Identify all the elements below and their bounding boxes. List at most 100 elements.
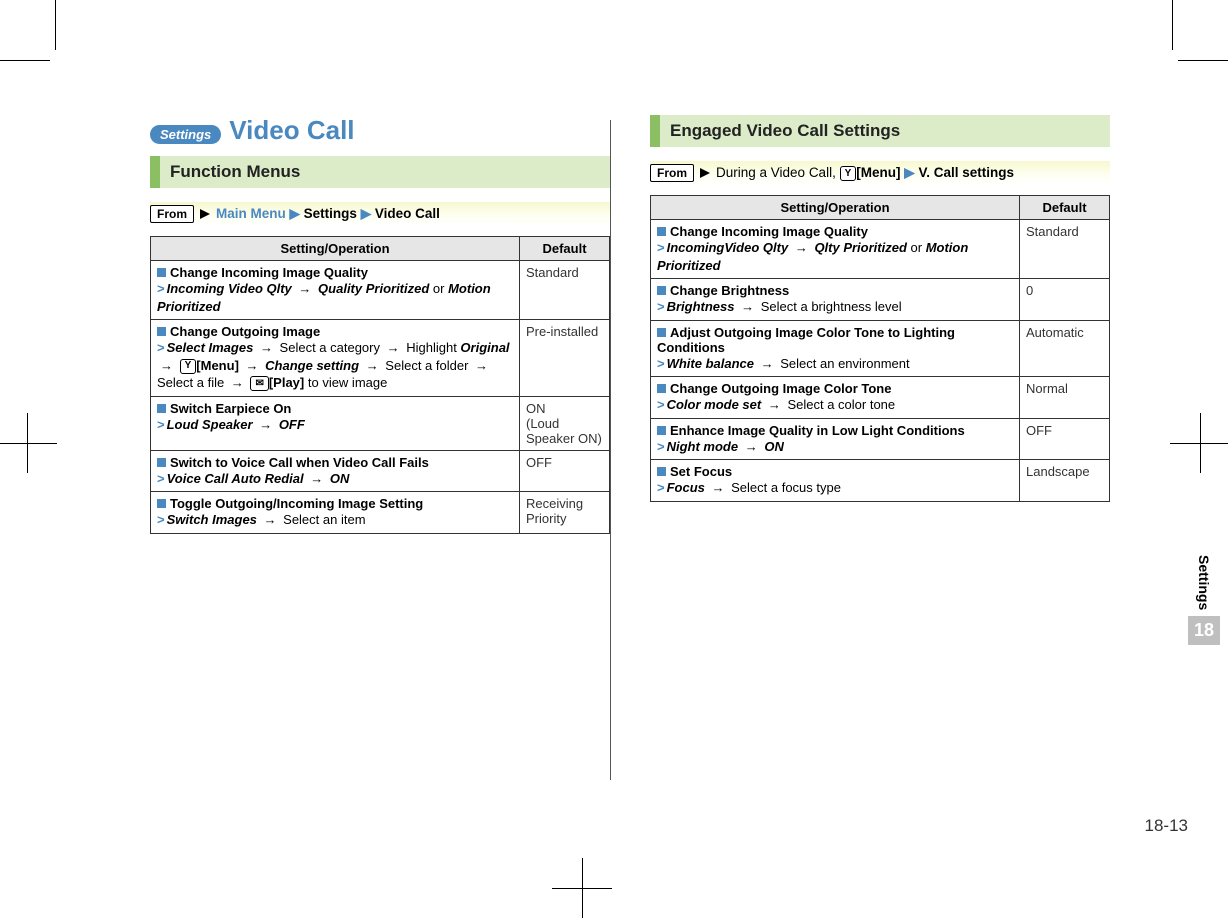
setting-cell: Change Outgoing Image>Select Images → Se… <box>151 320 520 397</box>
chevron-right-icon: ▶ <box>361 206 371 221</box>
default-cell: ON (Loud Speaker ON) <box>520 396 610 450</box>
breadcrumb-settings: Settings <box>304 206 357 221</box>
table-row: Set Focus>Focus → Select a focus typeLan… <box>651 460 1110 502</box>
settings-table-right: Setting/Operation Default Change Incomin… <box>650 195 1110 502</box>
bullet-icon <box>657 426 666 435</box>
from-label: From <box>150 205 194 223</box>
section-header-function-menus: Function Menus <box>150 156 610 188</box>
table-row: Switch to Voice Call when Video Call Fai… <box>151 450 610 492</box>
page-content: Settings Video Call Function Menus From … <box>150 115 1110 534</box>
setting-title: Toggle Outgoing/Incoming Image Setting <box>157 496 513 511</box>
setting-operation: >Select Images → Select a category → Hig… <box>157 339 513 392</box>
setting-cell: Switch Earpiece On>Loud Speaker → OFF <box>151 396 520 450</box>
registration-mark-left <box>27 415 87 475</box>
setting-cell: Change Outgoing Image Color Tone>Color m… <box>651 377 1020 419</box>
table-row: Change Incoming Image Quality>Incoming V… <box>151 261 610 320</box>
th-setting-operation: Setting/Operation <box>651 196 1020 220</box>
setting-title: Set Focus <box>657 464 1013 479</box>
section-title: Function Menus <box>160 156 310 188</box>
section-header-engaged: Engaged Video Call Settings <box>650 115 1110 147</box>
bullet-icon <box>157 327 166 336</box>
settings-table-left: Setting/Operation Default Change Incomin… <box>150 236 610 534</box>
default-cell: OFF <box>520 450 610 492</box>
crop-mark <box>1172 0 1173 50</box>
page-number: 18-13 <box>1145 816 1188 836</box>
default-cell: 0 <box>1020 279 1110 321</box>
table-row: Change Incoming Image Quality>IncomingVi… <box>651 220 1110 279</box>
setting-operation: >IncomingVideo Qlty → Qlty Prioritized o… <box>657 239 1013 274</box>
th-setting-operation: Setting/Operation <box>151 237 520 261</box>
th-default: Default <box>1020 196 1110 220</box>
crop-mark <box>55 0 56 50</box>
from-label: From <box>650 164 694 182</box>
setting-operation: >Switch Images → Select an item <box>157 511 513 529</box>
default-cell: Standard <box>1020 220 1110 279</box>
table-row: Enhance Image Quality in Low Light Condi… <box>651 418 1110 460</box>
side-tab-number: 18 <box>1188 616 1220 645</box>
bullet-icon <box>157 499 166 508</box>
from-arrow-icon <box>198 207 212 221</box>
table-row: Change Outgoing Image Color Tone>Color m… <box>651 377 1110 419</box>
setting-operation: >Color mode set → Select a color tone <box>657 396 1013 414</box>
from-row-right: From During a Video Call, Y[Menu] ▶ V. C… <box>650 161 1110 185</box>
section-accent-bar <box>650 115 660 147</box>
crop-mark <box>1178 60 1228 61</box>
table-row: Adjust Outgoing Image Color Tone to Ligh… <box>651 320 1110 377</box>
right-column: Engaged Video Call Settings From During … <box>650 115 1110 534</box>
bullet-icon <box>657 286 666 295</box>
table-row: Toggle Outgoing/Incoming Image Setting>S… <box>151 492 610 534</box>
breadcrumb-main-menu: Main Menu <box>216 206 286 221</box>
setting-title: Enhance Image Quality in Low Light Condi… <box>657 423 1013 438</box>
from-row-left: From Main Menu ▶ Settings ▶ Video Call <box>150 202 610 226</box>
page-title: Video Call <box>229 115 354 146</box>
setting-title: Switch Earpiece On <box>157 401 513 416</box>
setting-operation: >White balance → Select an environment <box>657 355 1013 373</box>
setting-cell: Switch to Voice Call when Video Call Fai… <box>151 450 520 492</box>
breadcrumb-v-call-settings: V. Call settings <box>918 165 1014 180</box>
from-context-text: During a Video Call, <box>716 165 836 180</box>
table-row: Switch Earpiece On>Loud Speaker → OFFON … <box>151 396 610 450</box>
setting-title: Change Outgoing Image <box>157 324 513 339</box>
menu-label: [Menu] <box>856 165 900 180</box>
from-breadcrumb: Main Menu ▶ Settings ▶ Video Call <box>216 206 440 222</box>
setting-title: Switch to Voice Call when Video Call Fai… <box>157 455 513 470</box>
bullet-icon <box>157 268 166 277</box>
setting-cell: Change Incoming Image Quality>IncomingVi… <box>651 220 1020 279</box>
setting-cell: Change Incoming Image Quality>Incoming V… <box>151 261 520 320</box>
th-default: Default <box>520 237 610 261</box>
settings-badge: Settings <box>150 125 221 144</box>
default-cell: Standard <box>520 261 610 320</box>
default-cell: Receiving Priority <box>520 492 610 534</box>
setting-cell: Adjust Outgoing Image Color Tone to Ligh… <box>651 320 1020 377</box>
table-row: Change Brightness>Brightness → Select a … <box>651 279 1110 321</box>
section-accent-bar <box>150 156 160 188</box>
setting-title: Change Incoming Image Quality <box>157 265 513 280</box>
setting-cell: Enhance Image Quality in Low Light Condi… <box>651 418 1020 460</box>
setting-cell: Set Focus>Focus → Select a focus type <box>651 460 1020 502</box>
bullet-icon <box>157 404 166 413</box>
setting-title: Change Brightness <box>657 283 1013 298</box>
setting-operation: >Night mode → ON <box>657 438 1013 456</box>
registration-mark-bottom <box>582 860 642 920</box>
setting-operation: >Voice Call Auto Redial → ON <box>157 470 513 488</box>
default-cell: Normal <box>1020 377 1110 419</box>
bullet-icon <box>657 467 666 476</box>
default-cell: Landscape <box>1020 460 1110 502</box>
setting-operation: >Loud Speaker → OFF <box>157 416 513 434</box>
chevron-right-icon: ▶ <box>904 165 914 180</box>
setting-title: Change Outgoing Image Color Tone <box>657 381 1013 396</box>
bullet-icon <box>657 384 666 393</box>
from-arrow-icon <box>698 166 712 180</box>
breadcrumb-video-call: Video Call <box>375 206 440 221</box>
section-title: Engaged Video Call Settings <box>660 115 910 147</box>
table-row: Change Outgoing Image>Select Images → Se… <box>151 320 610 397</box>
chevron-right-icon: ▶ <box>290 206 300 221</box>
page-title-row: Settings Video Call <box>150 115 610 146</box>
y-key-icon: Y <box>840 166 857 181</box>
side-tab-label: Settings <box>1196 555 1212 616</box>
side-tab: Settings 18 <box>1188 555 1220 645</box>
left-column: Settings Video Call Function Menus From … <box>150 115 610 534</box>
default-cell: Pre-installed <box>520 320 610 397</box>
bullet-icon <box>657 328 666 337</box>
default-cell: OFF <box>1020 418 1110 460</box>
